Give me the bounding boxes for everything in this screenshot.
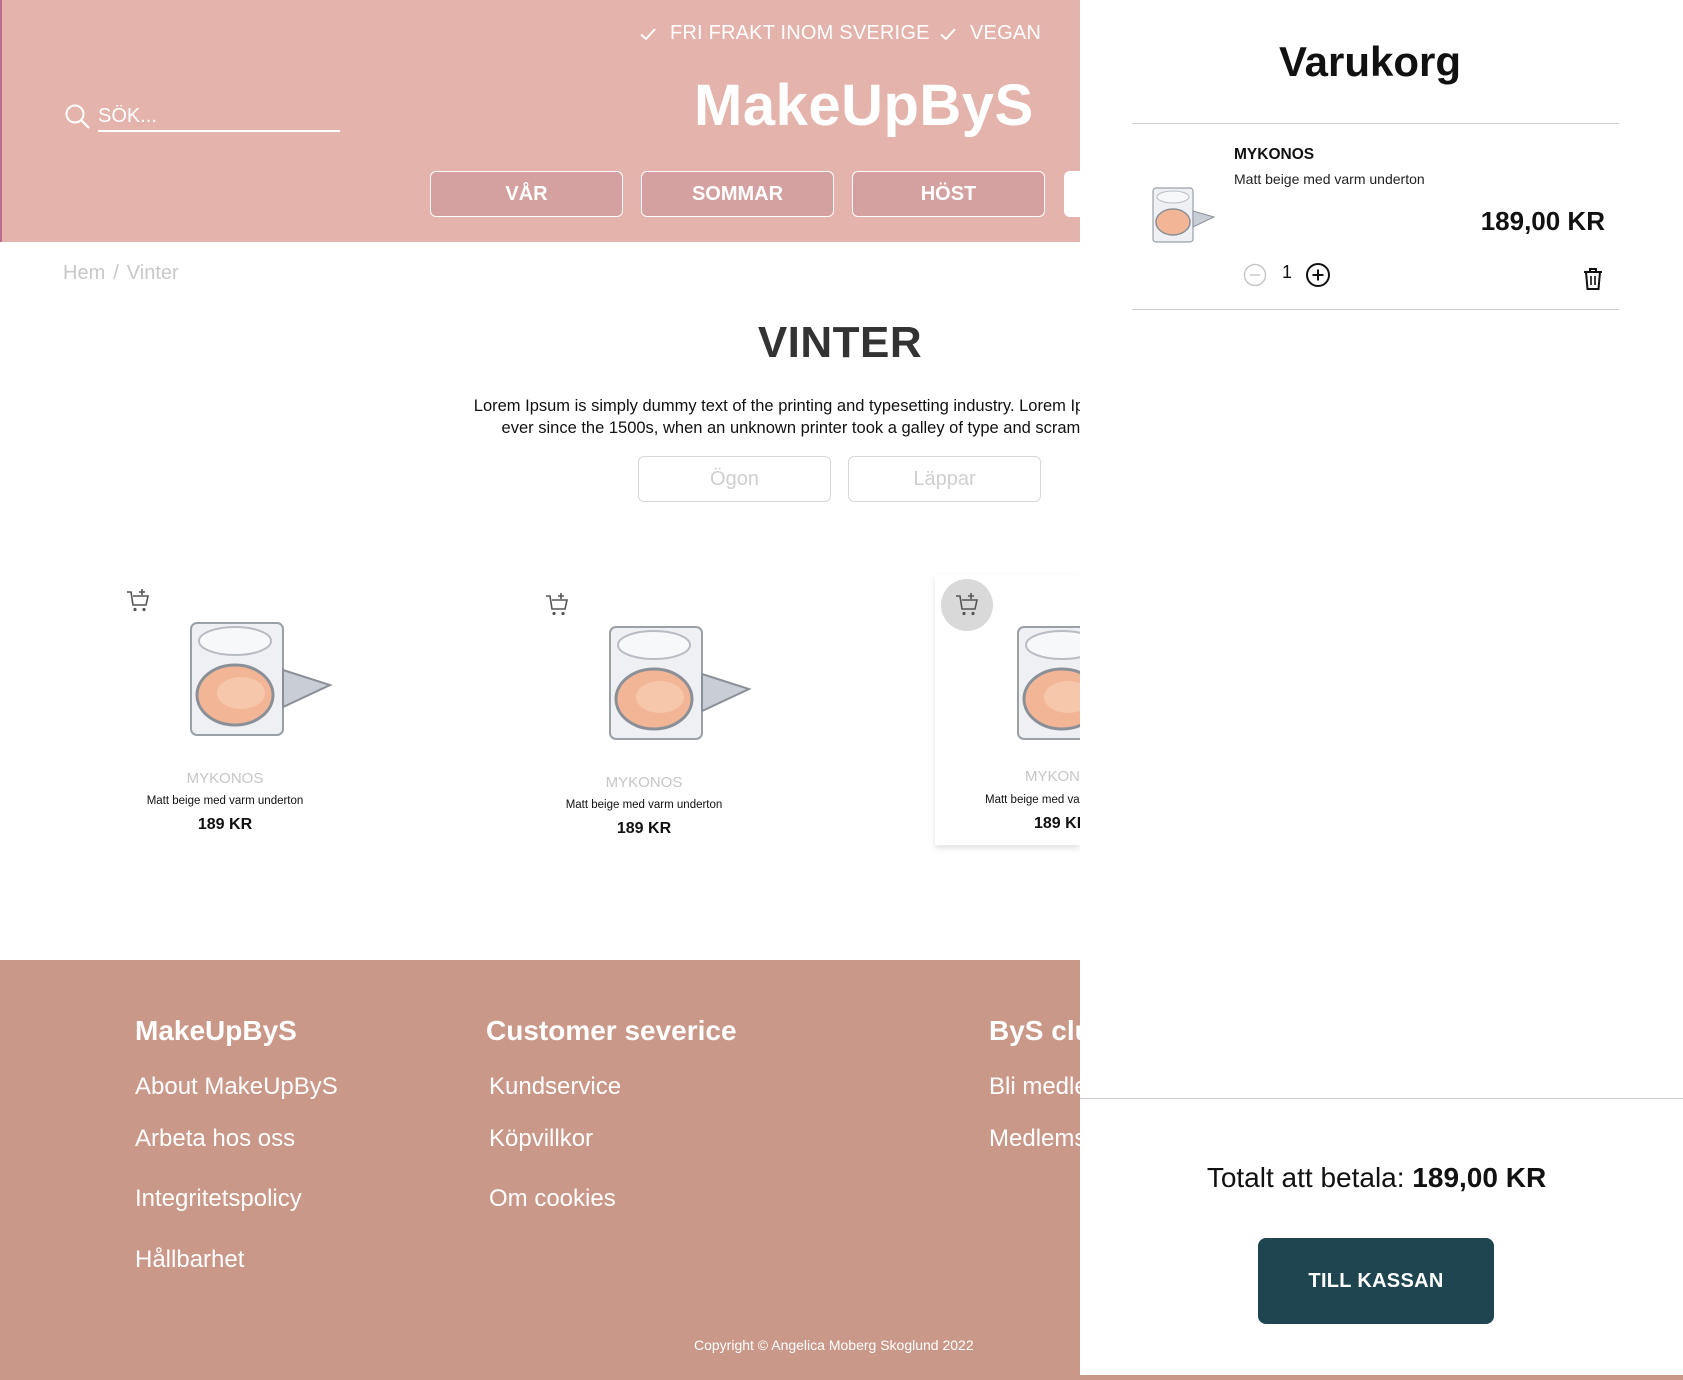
product-image[interactable] — [1012, 619, 1080, 749]
breadcrumb-current: Vinter — [126, 262, 179, 284]
check-icon — [640, 27, 656, 40]
footer-link[interactable]: Medlems — [989, 1125, 1080, 1153]
nav-autumn-button[interactable]: HÖST — [852, 171, 1045, 217]
add-to-cart-icon[interactable] — [125, 588, 151, 614]
product-card[interactable]: MYKONOS Matt beige med varm underton 189… — [935, 575, 1080, 845]
product-image[interactable] — [185, 615, 335, 745]
product-description: Matt beige med varm underton — [146, 795, 304, 807]
site-header: FRI FRAKT INOM SVERIGE VEGAN MakeUpByS V… — [0, 0, 1104, 242]
minus-circle-icon[interactable] — [1243, 263, 1267, 287]
search-input[interactable] — [98, 102, 340, 132]
footer-link[interactable]: Köpvillkor — [489, 1125, 593, 1153]
product-price: 189 KR — [1034, 815, 1080, 832]
nav-spring-button[interactable]: VÅR — [430, 171, 623, 217]
divider — [1132, 309, 1619, 310]
footer-link[interactable]: Hållbarhet — [135, 1246, 244, 1274]
cart-title: Varukorg — [1278, 38, 1462, 85]
product-name: MYKONOS — [186, 770, 264, 787]
filter-lips-button[interactable]: Läppar — [848, 456, 1041, 502]
breadcrumb-home-link[interactable]: Hem — [63, 262, 105, 285]
product-price: 189 KR — [616, 820, 672, 837]
add-to-cart-icon — [956, 593, 978, 616]
cart-item-name: MYKONOS — [1234, 146, 1315, 163]
nav-summer-button[interactable]: SOMMAR — [641, 171, 834, 217]
footer-strip — [1080, 1375, 1683, 1380]
usp-label: FRI FRAKT INOM SVERIGE — [670, 22, 930, 44]
checkout-button[interactable]: TILL KASSAN — [1258, 1238, 1494, 1324]
breadcrumb-separator: / — [113, 262, 119, 284]
product-name: MYKONOS — [605, 774, 683, 791]
divider — [1132, 123, 1619, 124]
breadcrumb: Hem / Vinter — [63, 262, 179, 285]
check-icon — [940, 27, 956, 40]
footer-link[interactable]: Integritetspolicy — [135, 1185, 302, 1213]
product-price: 189 KR — [197, 816, 253, 833]
footer-link[interactable]: About MakeUpByS — [135, 1073, 338, 1101]
footer-heading: ByS clu — [989, 1015, 1080, 1046]
footer-heading: MakeUpByS — [135, 1015, 297, 1046]
usp-vegan: VEGAN — [938, 22, 1041, 45]
search-bar — [64, 102, 340, 132]
add-to-cart-icon[interactable] — [544, 592, 570, 618]
plus-circle-icon[interactable] — [1305, 262, 1331, 288]
quantity-value: 1 — [1282, 262, 1293, 282]
footer-link[interactable]: Kundservice — [489, 1073, 621, 1101]
cart-item-image — [1152, 187, 1216, 243]
trash-icon[interactable] — [1582, 267, 1604, 291]
filter-eyes-button[interactable]: Ögon — [638, 456, 831, 502]
footer-link[interactable]: Bli medle — [989, 1073, 1080, 1101]
site-logo[interactable]: MakeUpByS — [694, 72, 1034, 139]
product-description: Matt beige med varm underton — [565, 799, 723, 811]
usp-label: VEGAN — [970, 22, 1042, 44]
cart-item-price: 189,00 KR — [1480, 206, 1605, 236]
product-name: MYKONOS — [1025, 768, 1080, 785]
search-icon[interactable] — [64, 103, 92, 131]
total-amount: 189,00 KR — [1412, 1162, 1547, 1193]
cart-item-description: Matt beige med varm underton — [1234, 171, 1425, 187]
usp-free-shipping: FRI FRAKT INOM SVERIGE — [638, 22, 930, 45]
product-card[interactable]: MYKONOS Matt beige med varm underton 189… — [115, 580, 355, 840]
product-card[interactable]: MYKONOS Matt beige med varm underton 189… — [534, 584, 774, 844]
cart-total: Totalt att betala: 189,00 KR — [1080, 1162, 1673, 1194]
product-description: Matt beige med varm underton — [985, 794, 1080, 806]
add-to-cart-button[interactable] — [941, 579, 993, 631]
site-footer: MakeUpByS About MakeUpByS Arbeta hos oss… — [0, 960, 1080, 1380]
footer-link[interactable]: Om cookies — [489, 1185, 616, 1213]
copyright: Copyright © Angelica Moberg Skoglund 202… — [694, 1337, 974, 1353]
cart-drawer: Varukorg MYKONOS Matt beige med varm und… — [1080, 0, 1683, 1380]
divider — [1080, 1098, 1683, 1099]
footer-link[interactable]: Arbeta hos oss — [135, 1125, 295, 1153]
footer-heading: Customer severice — [486, 1015, 737, 1046]
product-image[interactable] — [604, 619, 754, 749]
total-label: Totalt att betala: — [1206, 1162, 1405, 1193]
